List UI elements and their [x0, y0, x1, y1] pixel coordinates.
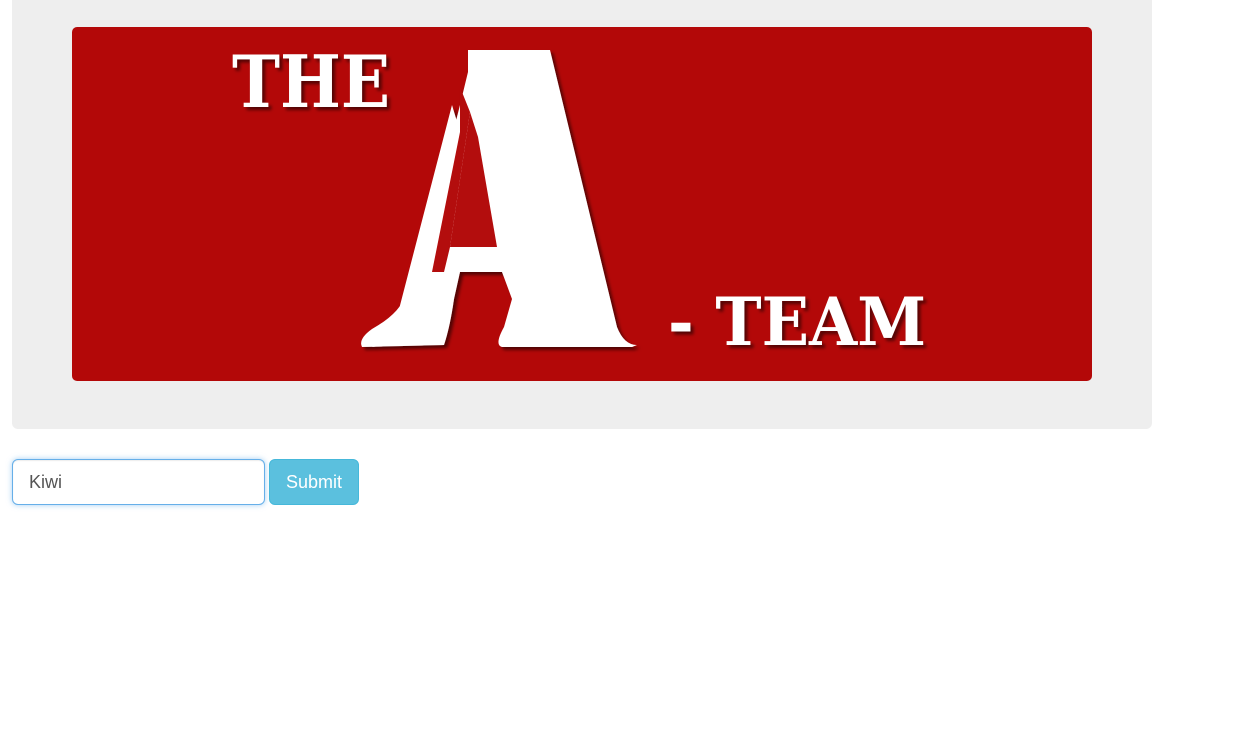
logo-word-the: THE	[232, 39, 390, 124]
answer-input[interactable]	[12, 459, 265, 505]
logo-word-team: - TEAM	[668, 283, 926, 361]
jumbotron: THE - TEAM	[12, 0, 1152, 429]
logo-letter-a	[361, 50, 637, 347]
a-team-logo-banner: THE - TEAM	[72, 27, 1092, 381]
submit-button[interactable]: Submit	[269, 459, 359, 505]
guess-form: Submit	[12, 459, 359, 505]
a-team-logo: THE - TEAM	[232, 39, 926, 361]
